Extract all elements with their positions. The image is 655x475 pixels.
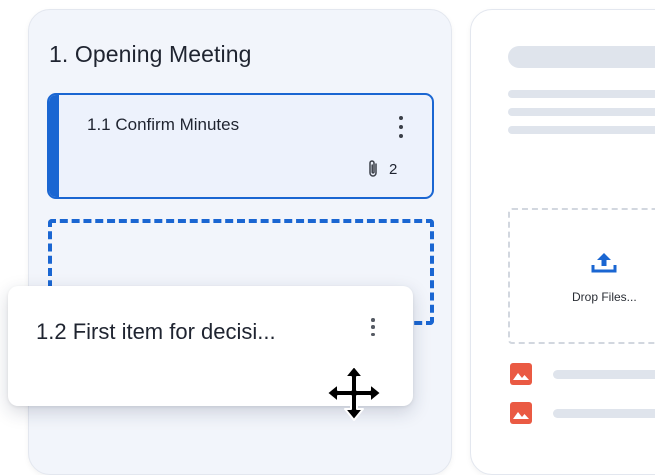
image-file-icon — [510, 363, 532, 385]
selected-accent-bar — [49, 95, 59, 197]
kebab-menu-icon[interactable] — [370, 318, 376, 336]
skeleton-line — [508, 108, 655, 116]
attachment-indicator[interactable]: 2 — [367, 159, 397, 179]
paperclip-icon — [369, 160, 377, 177]
file-name-skeleton — [553, 409, 655, 418]
section-title: 1. Opening Meeting — [49, 41, 252, 67]
document-panel: Drop Files... — [470, 9, 655, 475]
upload-icon — [591, 253, 617, 273]
workspace: 1. Opening Meeting 1.1 Confirm Minutes 2 — [0, 0, 655, 475]
attachment-count: 2 — [389, 160, 398, 178]
dropzone-label: Drop Files... — [572, 290, 637, 304]
file-name-skeleton — [553, 370, 655, 379]
skeleton-heading — [508, 46, 655, 68]
dragged-item-title: 1.2 First item for decisi... — [36, 319, 276, 344]
skeleton-line — [508, 126, 655, 134]
kebab-menu-icon[interactable] — [398, 116, 404, 138]
image-file-icon — [510, 402, 532, 424]
move-cursor-icon — [326, 365, 382, 421]
skeleton-line — [508, 90, 655, 98]
agenda-item-card[interactable]: 1.1 Confirm Minutes 2 — [47, 93, 434, 199]
agenda-item-title: 1.1 Confirm Minutes — [87, 115, 240, 134]
file-dropzone[interactable]: Drop Files... — [508, 208, 655, 344]
